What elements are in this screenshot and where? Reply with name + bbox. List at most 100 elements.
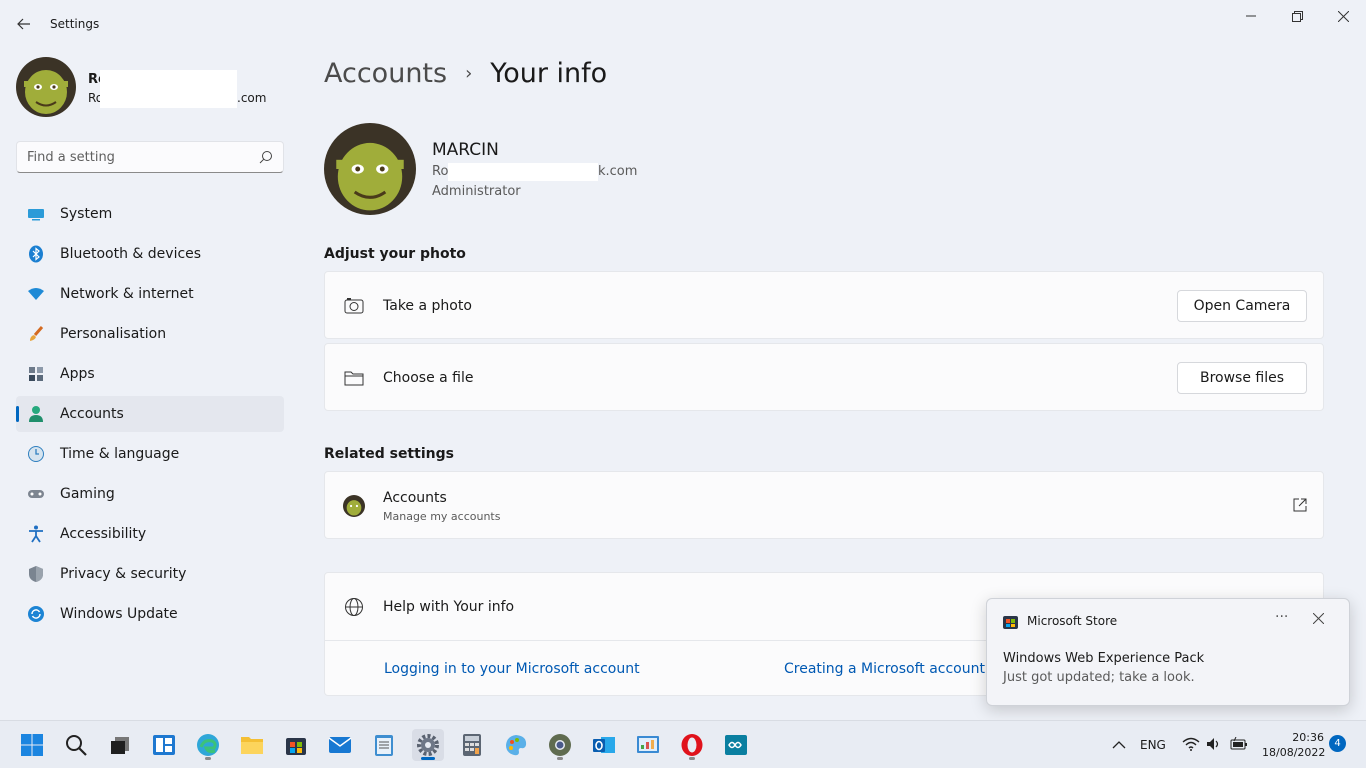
calculator-button[interactable] <box>456 729 488 761</box>
running-indicator <box>557 757 563 760</box>
accounts-related-card[interactable]: Accounts Manage my accounts <box>324 471 1324 539</box>
title-bar: Settings <box>0 0 1366 48</box>
sidebar-item-label: Apps <box>60 366 95 382</box>
opera-button[interactable] <box>676 729 708 761</box>
paint-button[interactable] <box>500 729 532 761</box>
clock-time: 20:36 <box>1292 731 1324 744</box>
notepad-button[interactable] <box>368 729 400 761</box>
wifi-icon[interactable] <box>1182 737 1200 751</box>
wifi-icon <box>26 284 46 304</box>
sidebar-item-apps[interactable]: Apps <box>16 356 284 392</box>
accounts-related-label: Accounts <box>383 490 447 506</box>
open-camera-button[interactable]: Open Camera <box>1177 290 1307 322</box>
profile-avatar[interactable] <box>16 57 76 117</box>
toast-body: Just got updated; take a look. <box>1003 670 1195 685</box>
sidebar-item-gaming[interactable]: Gaming <box>16 476 284 512</box>
start-button[interactable] <box>16 729 48 761</box>
person-icon <box>26 404 46 424</box>
breadcrumb: Accounts › Your info <box>324 58 607 89</box>
active-indicator <box>421 757 435 760</box>
choose-file-label: Choose a file <box>383 370 474 386</box>
profile-email-end: .com <box>237 91 267 105</box>
settings-button[interactable] <box>412 729 444 761</box>
outlook-button[interactable] <box>588 729 620 761</box>
mail-button[interactable] <box>324 729 356 761</box>
folder-icon <box>343 367 365 389</box>
running-indicator <box>205 757 211 760</box>
task-view-button[interactable] <box>104 729 136 761</box>
breadcrumb-parent[interactable]: Accounts <box>324 58 447 89</box>
language-indicator[interactable]: ENG <box>1140 721 1166 768</box>
sidebar-item-accounts[interactable]: Accounts <box>16 396 284 432</box>
redaction-block <box>448 163 598 181</box>
sidebar-item-system[interactable]: System <box>16 196 284 232</box>
user-email-end: k.com <box>598 164 638 179</box>
edge-button[interactable] <box>192 729 224 761</box>
back-button[interactable] <box>12 12 36 36</box>
sidebar-item-personalisation[interactable]: Personalisation <box>16 316 284 352</box>
toast-close-icon[interactable] <box>1313 613 1324 624</box>
control-panel-icon <box>637 736 659 753</box>
search-input[interactable]: Find a setting <box>16 141 284 173</box>
toast-app-name: Microsoft Store <box>1027 614 1118 628</box>
taskbar-search-button[interactable] <box>60 729 92 761</box>
more-options-icon[interactable]: ··· <box>1275 609 1288 625</box>
widgets-icon <box>153 735 175 755</box>
browse-files-button[interactable]: Browse files <box>1177 362 1307 394</box>
chevron-up-icon[interactable] <box>1112 740 1126 749</box>
notification-count-badge[interactable]: 4 <box>1329 735 1346 752</box>
gamepad-icon <box>26 484 46 504</box>
sidebar-item-time-language[interactable]: Time & language <box>16 436 284 472</box>
close-window-button[interactable] <box>1320 0 1366 32</box>
help-link-create-account[interactable]: Creating a Microsoft account <box>784 661 985 677</box>
file-explorer-button[interactable] <box>236 729 268 761</box>
choose-file-card: Choose a file Browse files <box>324 343 1324 411</box>
store-icon <box>286 738 306 755</box>
shield-icon <box>26 564 46 584</box>
page-title: Your info <box>490 58 608 89</box>
sidebar-item-bluetooth[interactable]: Bluetooth & devices <box>16 236 284 272</box>
sidebar-item-label: Accessibility <box>60 526 147 542</box>
control-panel-button[interactable] <box>632 729 664 761</box>
toast-notification[interactable]: Microsoft Store ··· Windows Web Experien… <box>986 598 1350 706</box>
sidebar-nav: System Bluetooth & devices Network & int… <box>16 196 284 636</box>
user-avatar <box>324 123 416 215</box>
user-role: Administrator <box>432 184 521 199</box>
section-title-adjust-photo: Adjust your photo <box>324 246 466 262</box>
search-icon <box>66 735 87 756</box>
running-indicator <box>689 757 695 760</box>
accessibility-icon <box>26 524 46 544</box>
sidebar-item-label: Privacy & security <box>60 566 187 582</box>
arduino-icon <box>725 735 747 755</box>
brush-icon <box>26 324 46 344</box>
globe-icon <box>343 596 365 618</box>
avatar-image <box>16 57 76 117</box>
take-photo-card: Take a photo Open Camera <box>324 271 1324 339</box>
maximize-button[interactable] <box>1274 0 1320 32</box>
paint-icon <box>506 735 527 756</box>
battery-icon[interactable] <box>1230 737 1248 751</box>
close-icon <box>1337 10 1349 22</box>
sidebar-item-privacy[interactable]: Privacy & security <box>16 556 284 592</box>
edge-icon <box>197 734 219 756</box>
search-placeholder: Find a setting <box>27 150 115 165</box>
sidebar-item-label: Windows Update <box>60 606 178 622</box>
clock[interactable]: 20:36 18/08/2022 <box>1262 730 1325 760</box>
mail-icon <box>328 737 352 753</box>
sidebar-item-accessibility[interactable]: Accessibility <box>16 516 284 552</box>
sidebar-item-network[interactable]: Network & internet <box>16 276 284 312</box>
account-avatar-icon <box>343 495 365 517</box>
arduino-button[interactable] <box>720 729 752 761</box>
chrome-button[interactable] <box>544 729 576 761</box>
sidebar-item-label: Network & internet <box>60 286 194 302</box>
external-link-icon <box>1293 498 1307 516</box>
taskbar: ENG 20:36 18/08/2022 <box>0 720 1366 768</box>
widgets-button[interactable] <box>148 729 180 761</box>
chevron-right-icon: › <box>465 63 473 84</box>
store-button[interactable] <box>280 729 312 761</box>
volume-icon[interactable] <box>1206 737 1222 751</box>
help-link-logging-in[interactable]: Logging in to your Microsoft account <box>384 661 640 677</box>
sidebar-item-windows-update[interactable]: Windows Update <box>16 596 284 632</box>
update-icon <box>26 604 46 624</box>
minimize-button[interactable] <box>1228 0 1274 32</box>
